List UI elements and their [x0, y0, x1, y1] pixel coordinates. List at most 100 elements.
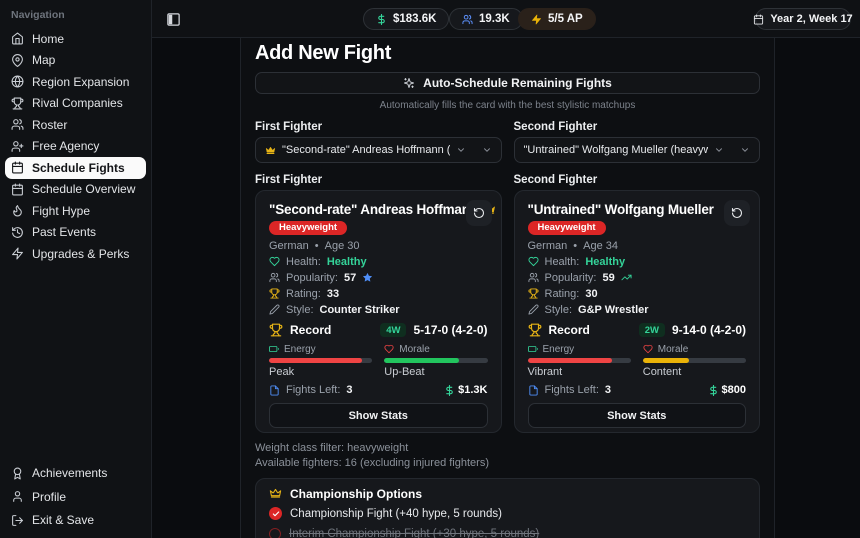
meta-dot: •	[573, 240, 577, 252]
sidebar-item-map[interactable]: Map	[5, 50, 146, 72]
trophy-icon	[269, 323, 283, 337]
energy-bar	[528, 358, 631, 363]
fights-left-label: Fights Left:	[545, 384, 599, 396]
sidebar-item-exit-save[interactable]: Exit & Save	[5, 509, 146, 533]
fighter-name: "Second-rate" Andreas Hoffmann	[269, 202, 488, 217]
fights-left-row: Fights Left: 3 $1.3K	[269, 384, 488, 396]
popularity-value: 57	[344, 272, 356, 284]
morale-block: Morale Up-Beat	[384, 344, 487, 378]
sidebar-item-profile[interactable]: Profile	[5, 485, 146, 509]
auto-schedule-hint: Automatically fills the card with the be…	[255, 100, 760, 111]
logout-icon	[11, 514, 24, 527]
health-value: Healthy	[585, 256, 625, 268]
sidebar-item-achievements[interactable]: Achievements	[5, 462, 146, 486]
radio-unchecked-icon	[269, 528, 281, 538]
morale-bar	[384, 358, 487, 363]
sidebar-spacer	[5, 265, 146, 462]
map-pin-icon	[11, 54, 24, 67]
sidebar-item-home[interactable]: Home	[5, 28, 146, 50]
chevron-down-icon	[456, 145, 466, 155]
star-icon	[362, 272, 373, 283]
sidebar-item-label: Home	[32, 32, 64, 46]
right-gutter	[775, 38, 860, 538]
health-row: Health: Healthy	[528, 255, 747, 268]
sidebar-item-label: Map	[32, 53, 55, 67]
fighter-card-first: "Second-rate" Andreas Hoffmann Heavyweig…	[255, 190, 502, 433]
energy-state: Vibrant	[528, 366, 631, 378]
sidebar-item-past-events[interactable]: Past Events	[5, 222, 146, 244]
style-label: Style:	[286, 304, 314, 316]
second-fighter-label: Second Fighter	[514, 121, 761, 133]
show-stats-button[interactable]: Show Stats	[528, 403, 747, 428]
energy-state: Peak	[269, 366, 372, 378]
rating-label: Rating:	[286, 288, 321, 300]
health-label: Health:	[286, 256, 321, 268]
fighter-name: "Untrained" Wolfgang Mueller	[528, 202, 747, 217]
popularity-row: Popularity: 57	[269, 271, 488, 284]
sidebar-item-upgrades-perks[interactable]: Upgrades & Perks	[5, 243, 146, 265]
age: Age 30	[325, 240, 360, 252]
interim-championship-fight-label: Interim Championship Fight (+30 hype, 5 …	[289, 528, 539, 538]
reroll-fighter-button[interactable]	[724, 200, 750, 226]
file-icon	[528, 385, 539, 396]
main-content: Add New Fight Auto-Schedule Remaining Fi…	[240, 38, 775, 538]
record-value: 5-17-0 (4-2-0)	[413, 323, 487, 337]
fans-badge: 19.3K	[449, 8, 523, 30]
rating-value: 30	[585, 288, 597, 300]
fighter-name-text: "Second-rate" Andreas Hoffmann	[269, 202, 478, 217]
rating-row: Rating: 33	[269, 287, 488, 300]
first-fighter-select[interactable]: "Second-rate" Andreas Hoffmann (heavywei…	[255, 137, 502, 163]
sidebar-item-roster[interactable]: Roster	[5, 114, 146, 136]
app-window: Navigation Home Map Region Expansion Riv…	[0, 0, 860, 538]
calendar-icon	[11, 183, 24, 196]
heart-icon	[384, 344, 394, 354]
user-icon	[11, 490, 24, 503]
popularity-label: Popularity:	[286, 272, 338, 284]
second-fighter-select[interactable]: "Untrained" Wolfgang Mueller (heavyweigh…	[514, 137, 761, 163]
sidebar-item-schedule-fights[interactable]: Schedule Fights	[5, 157, 146, 179]
sidebar: Navigation Home Map Region Expansion Riv…	[0, 0, 152, 538]
sidebar-item-schedule-overview[interactable]: Schedule Overview	[5, 179, 146, 201]
show-stats-button[interactable]: Show Stats	[269, 403, 488, 428]
rating-label: Rating:	[545, 288, 580, 300]
rating-value: 33	[327, 288, 339, 300]
morale-label: Morale	[658, 344, 689, 355]
sidebar-item-label: Free Agency	[32, 139, 99, 153]
first-fighter-label: First Fighter	[255, 121, 502, 133]
user-plus-icon	[11, 140, 24, 153]
interim-championship-fight-option[interactable]: Interim Championship Fight (+30 hype, 5 …	[269, 527, 746, 538]
style-row: Style: G&P Wrestler	[528, 303, 747, 316]
action-points-badge: 5/5 AP	[518, 8, 596, 30]
popularity-row: Popularity: 59	[528, 271, 747, 284]
battery-icon	[528, 344, 538, 354]
date-value: Year 2, Week 17	[770, 13, 852, 25]
sidebar-toggle-button[interactable]	[163, 9, 183, 29]
home-icon	[11, 32, 24, 45]
sidebar-item-region-expansion[interactable]: Region Expansion	[5, 71, 146, 93]
history-icon	[11, 226, 24, 239]
purse-value: $800	[722, 384, 746, 396]
second-fighter-card-label: Second Fighter	[514, 174, 761, 186]
sidebar-item-rival-companies[interactable]: Rival Companies	[5, 93, 146, 115]
health-label: Health:	[545, 256, 580, 268]
radio-checked-icon	[269, 507, 282, 520]
sparkles-icon	[403, 77, 415, 89]
fights-left-value: 3	[346, 384, 352, 396]
sidebar-footer: Achievements Profile Exit & Save	[5, 462, 146, 533]
heart-icon	[269, 256, 280, 267]
championship-fight-option[interactable]: Championship Fight (+40 hype, 5 rounds)	[269, 507, 746, 520]
bars-section: Energy Peak Morale Up-Beat	[269, 344, 488, 378]
sidebar-item-fight-hype[interactable]: Fight Hype	[5, 200, 146, 222]
fighter-meta: German • Age 34	[528, 240, 747, 252]
first-fighter-select-value: "Second-rate" Andreas Hoffmann (heavywei…	[282, 144, 450, 156]
record-row: Record 2W 9-14-0 (4-2-0)	[528, 322, 747, 338]
trophy-icon	[528, 323, 542, 337]
sidebar-item-free-agency[interactable]: Free Agency	[5, 136, 146, 158]
auto-schedule-button[interactable]: Auto-Schedule Remaining Fights	[255, 72, 760, 94]
sidebar-item-label: Fight Hype	[32, 204, 90, 218]
reroll-fighter-button[interactable]	[466, 200, 492, 226]
style-value: Counter Striker	[320, 304, 400, 316]
zap-icon	[531, 14, 542, 25]
heart-icon	[528, 256, 539, 267]
sidebar-item-label: Profile	[32, 490, 66, 504]
